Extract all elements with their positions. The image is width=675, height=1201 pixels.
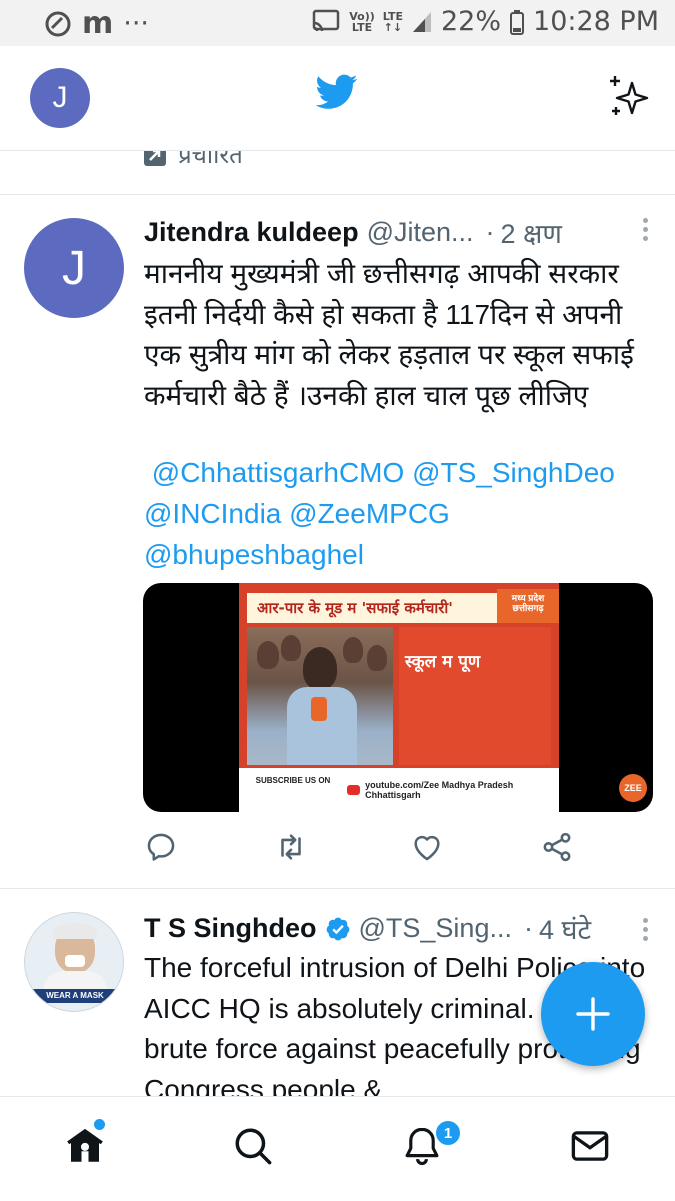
home-unread-dot (94, 1119, 105, 1130)
subscribe-label: SUBSCRIBE US ON (255, 776, 331, 785)
tweet-header: T S Singhdeo @TS_Sing... · 4 घंटे (144, 910, 654, 947)
mention-link[interactable]: @INCIndia (144, 498, 281, 529)
divider (0, 194, 675, 195)
tweet-author-avatar[interactable]: WEAR A MASK (24, 912, 124, 1012)
reply-icon[interactable] (144, 830, 178, 864)
timeline-feed[interactable]: प्रचारित J Jitendra kuldeep @Jiten... · … (0, 150, 675, 1096)
battery-icon (510, 9, 525, 35)
separator-dot: · (523, 913, 533, 943)
zee-corner-logo: ZEE (619, 774, 647, 802)
plus-icon (576, 997, 610, 1031)
mention-link[interactable]: @ZeeMPCG (289, 498, 450, 529)
tweet-time[interactable]: 2 क्षण (501, 214, 562, 251)
mention-link[interactable]: @ChhattisgarhCMO (152, 457, 405, 488)
volte-indicator: Vo)) LTE (349, 9, 375, 34)
share-icon[interactable] (540, 830, 574, 864)
video-red-panel (399, 627, 551, 765)
lte-indicator: LTE ↑↓ (382, 9, 403, 34)
retweet-icon[interactable] (274, 830, 308, 864)
verified-badge-icon (325, 916, 351, 942)
video-side-text: स्कूल म पूण (405, 652, 481, 672)
promoted-label: प्रचारित (144, 150, 243, 171)
signal-icon (413, 11, 431, 32)
video-frame: आर-पार के मूड म 'सफाई कर्मचारी' मध्य प्र… (239, 583, 559, 812)
twitter-bird-icon[interactable] (316, 74, 358, 110)
search-icon[interactable] (232, 1125, 274, 1167)
mention-link[interactable]: @TS_SinghDeo (412, 457, 615, 488)
clock: 10:28 PM (533, 6, 659, 37)
youtube-link-text: youtube.com/Zee Madhya Pradesh Chhattisg… (347, 780, 559, 800)
author-handle[interactable]: @Jiten... (367, 217, 474, 248)
tweet-time[interactable]: 4 घंटे (539, 910, 591, 947)
tweet-header: Jitendra kuldeep @Jiten... · 2 क्षण (144, 214, 654, 251)
profile-avatar-button[interactable]: J (30, 68, 90, 128)
tweet-author-avatar[interactable]: J (24, 218, 124, 318)
tweet-mentions: @ChhattisgarhCMO @TS_SinghDeo @INCIndia @… (144, 452, 654, 575)
tweet-video-thumbnail[interactable]: आर-पार के मूड म 'सफाई कर्मचारी' मध्य प्र… (143, 583, 653, 812)
status-bar: m ··· Vo)) LTE LTE ↑↓ 22% 10:28 PM (0, 0, 675, 46)
tweet-actions (144, 830, 584, 872)
top-app-bar: J (0, 46, 675, 151)
cast-icon (313, 9, 340, 31)
bottom-navigation: 1 (0, 1096, 675, 1201)
sparkle-icon[interactable] (606, 74, 652, 120)
notifications-badge: 1 (434, 1119, 462, 1147)
tweet-more-options-icon[interactable] (643, 218, 648, 245)
author-handle[interactable]: @TS_Sing... (359, 913, 512, 944)
app-shield-icon (45, 11, 71, 36)
author-name[interactable]: Jitendra kuldeep (144, 217, 359, 248)
mention-link[interactable]: @bhupeshbaghel (144, 539, 364, 570)
separator-dot: · (485, 217, 495, 247)
tweet-text: माननीय मुख्यमंत्री जी छत्तीसगढ़ आपकी सरक… (144, 258, 634, 411)
video-crowd-image (247, 627, 393, 765)
tweet-more-options-icon[interactable] (643, 918, 648, 945)
avatar-caption: WEAR A MASK (25, 989, 123, 1003)
battery-percent: 22% (441, 6, 502, 37)
app-m-icon: m (82, 6, 114, 41)
youtube-icon (347, 785, 361, 795)
promoted-icon (144, 150, 166, 166)
like-heart-icon[interactable] (410, 830, 444, 864)
compose-tweet-button[interactable] (541, 962, 645, 1066)
more-notifications-icon: ··· (123, 8, 150, 39)
author-name[interactable]: T S Singhdeo (144, 913, 317, 944)
home-icon[interactable] (64, 1125, 106, 1167)
divider (0, 888, 675, 889)
messages-envelope-icon[interactable] (569, 1125, 611, 1167)
video-lower-third: SUBSCRIBE US ON youtube.com/Zee Madhya P… (239, 768, 559, 812)
zee-channel-logo: मध्य प्रदेश छत्तीसगढ़ (497, 589, 559, 623)
